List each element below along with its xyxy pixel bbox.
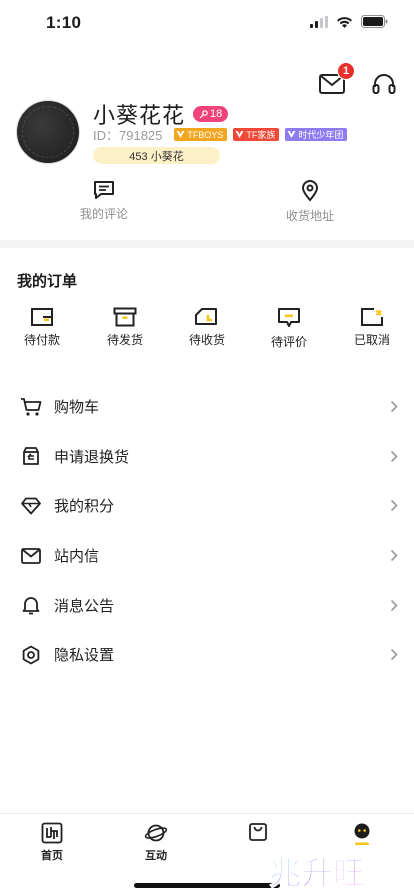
order-label: 待付款 [23,333,60,347]
profile-face-icon [354,823,370,845]
battery-icon [361,15,388,28]
tag-label: 时代少年团 [298,130,344,140]
truck-icon [195,308,217,325]
id-row: ID：791825 TFBOYS TF家族 时代少年团 [93,125,348,144]
order-label: 已取消 [353,333,390,347]
home-icon [41,822,63,844]
message-count-badge: 1 [337,62,355,80]
review-icon [278,308,300,327]
menu-list: 购物车 申请退换货 我的积分 站内信 消息公告 隐私设置 [0,382,414,680]
cellular-signal-icon [310,15,328,28]
watermark-logo: 兆升旺 [268,854,365,893]
tag-label: TF家族 [246,130,276,140]
tab-label: 首页 [41,850,63,862]
chevron-right-icon [390,649,398,661]
menu-item-returns[interactable]: 申请退换货 [0,432,414,482]
order-pending-payment[interactable]: 待付款 [12,307,72,348]
chevron-right-icon [390,401,398,413]
chevron-right-icon [390,599,398,611]
status-bar: 1:10 [0,0,414,46]
chevron-right-icon [390,500,398,512]
watermark-text: 兆升旺 [269,854,365,892]
tab-shop[interactable] [228,822,288,845]
my-comments-link[interactable]: 我的评论 [44,180,164,222]
order-pending-review[interactable]: 待评价 [259,307,319,350]
customer-service-button[interactable] [370,70,398,98]
profile-header: 小葵花花 18 ID：791825 TFBOYS TF家族 时代少年团 453 … [16,98,398,168]
quick-link-label: 我的评论 [79,207,128,221]
status-time: 1:10 [46,13,82,32]
chevron-right-icon [390,550,398,562]
order-cancelled[interactable]: 已取消 [342,307,402,348]
order-label: 待评价 [270,335,307,349]
quick-links: 我的评论 收货地址 [0,180,414,224]
messages-button[interactable]: 1 [318,62,355,98]
quick-link-label: 收货地址 [285,209,334,223]
menu-label: 消息公告 [54,597,115,615]
points-pill[interactable]: 453 小葵花 [93,147,220,164]
comment-icon [94,181,114,199]
shopping-bag-icon [249,823,267,841]
menu-label: 隐私设置 [54,647,115,665]
planet-icon [144,824,168,842]
settings-icon [20,644,42,666]
order-label: 待发货 [106,333,143,347]
tag-tf-family: TF家族 [233,128,280,141]
tab-home[interactable]: 首页 [22,822,82,863]
mail-icon [20,545,42,567]
tag-label: TFBOYS [187,129,224,140]
tab-interact[interactable]: 互动 [126,822,186,863]
user-id: ID：791825 [93,128,163,143]
tag-v-icon [287,131,296,138]
tag-v-icon [235,131,244,138]
level-value: 18 [210,108,223,120]
home-indicator [134,883,280,888]
chevron-right-icon [390,450,398,462]
cart-icon [20,396,42,418]
avatar[interactable] [16,100,80,164]
menu-label: 站内信 [54,548,100,566]
order-status-row: 待付款 待发货 待收货 待评价 已取消 [0,307,414,351]
wifi-icon [337,16,352,28]
level-key-icon [199,109,208,118]
menu-label: 购物车 [54,399,100,417]
bell-icon [20,594,42,616]
tag-tfboys: TFBOYS [174,128,228,141]
menu-item-announcements[interactable]: 消息公告 [0,580,414,630]
menu-item-privacy[interactable]: 隐私设置 [0,630,414,680]
order-pending-shipment[interactable]: 待发货 [95,307,155,348]
return-icon [20,445,42,467]
menu-item-points[interactable]: 我的积分 [0,481,414,531]
diamond-icon [20,495,42,517]
tag-shidai: 时代少年团 [285,128,348,141]
tab-label: 互动 [145,850,167,862]
header-actions: 1 [318,62,398,98]
order-label: 待收货 [188,333,225,347]
wallet-icon [31,308,53,326]
level-badge: 18 [193,106,229,122]
status-icons [310,15,388,28]
tab-profile[interactable] [332,822,392,849]
cancelled-icon [361,308,383,326]
menu-item-cart[interactable]: 购物车 [0,382,414,432]
box-icon [113,307,137,327]
shipping-address-link[interactable]: 收货地址 [250,180,370,224]
tag-v-icon [176,131,185,138]
orders-title: 我的订单 [17,273,78,290]
menu-item-inbox[interactable]: 站内信 [0,531,414,581]
menu-label: 申请退换货 [54,448,130,466]
location-pin-icon [301,180,319,202]
menu-label: 我的积分 [54,498,115,516]
order-pending-receipt[interactable]: 待收货 [177,307,237,348]
headphones-icon [372,74,396,94]
section-divider [0,240,414,248]
